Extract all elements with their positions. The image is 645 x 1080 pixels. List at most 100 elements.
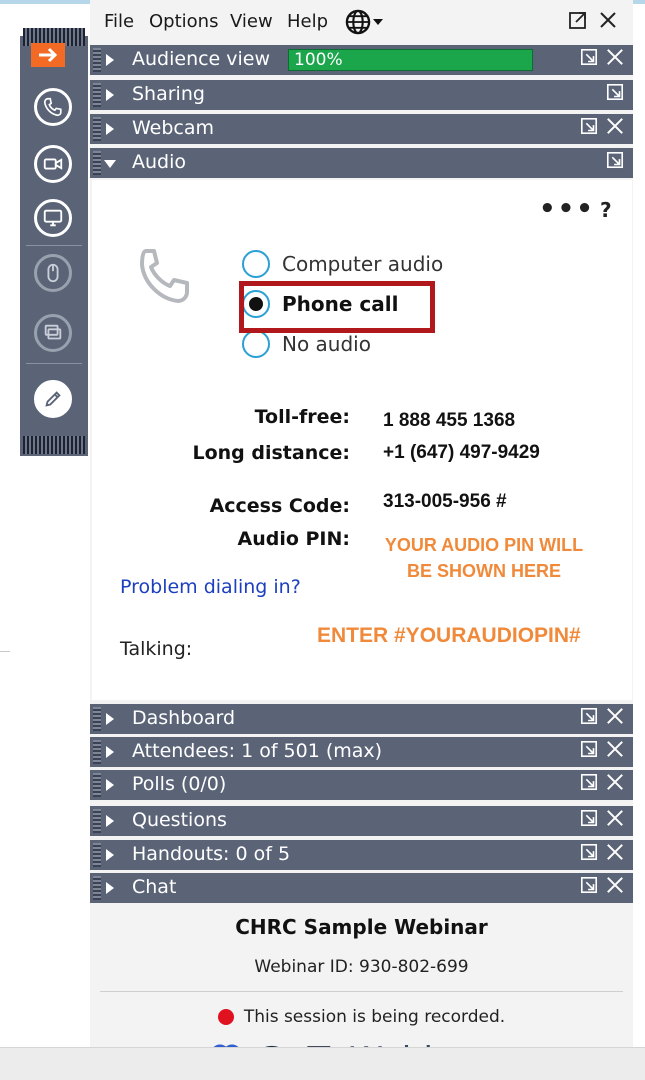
expand-arrow-icon xyxy=(106,779,114,791)
section-attendees[interactable]: Attendees: 1 of 501 (max) xyxy=(90,737,633,767)
pop-out-button[interactable] xyxy=(605,150,625,170)
radio-button[interactable] xyxy=(242,250,270,278)
footer-divider xyxy=(100,991,623,992)
pin-note-line: YOUR AUDIO PIN WILL xyxy=(384,535,584,555)
close-button[interactable] xyxy=(605,842,625,862)
section-controls xyxy=(579,772,625,792)
phone-handset-icon xyxy=(140,249,189,303)
close-icon xyxy=(607,810,623,826)
pop-out-icon xyxy=(580,117,598,135)
section-audience-view[interactable]: Audience view 100% xyxy=(90,45,633,75)
pop-out-button[interactable] xyxy=(579,772,599,792)
language-menu[interactable] xyxy=(344,8,384,36)
close-button[interactable] xyxy=(605,739,625,759)
section-grip[interactable] xyxy=(93,117,101,141)
pop-out-button[interactable] xyxy=(579,808,599,828)
close-button[interactable] xyxy=(605,116,625,136)
section-polls[interactable]: Polls (0/0) xyxy=(90,770,633,800)
pop-out-button[interactable] xyxy=(579,706,599,726)
close-panel-button[interactable] xyxy=(598,10,618,35)
expand-arrow-icon xyxy=(106,123,114,135)
pop-out-icon xyxy=(606,151,624,169)
more-options-button[interactable]: ••• xyxy=(539,194,595,224)
close-icon xyxy=(607,877,623,893)
section-sharing[interactable]: Sharing xyxy=(90,80,633,110)
close-button[interactable] xyxy=(605,706,625,726)
section-controls xyxy=(579,875,625,895)
section-chat[interactable]: Chat xyxy=(90,873,633,903)
pop-out-button[interactable] xyxy=(579,47,599,67)
pop-out-button[interactable] xyxy=(568,10,588,35)
section-grip[interactable] xyxy=(93,809,101,833)
close-icon xyxy=(607,844,623,860)
close-button[interactable] xyxy=(605,875,625,895)
section-title: Dashboard xyxy=(132,707,236,729)
collapse-panel-button[interactable] xyxy=(31,43,65,67)
expand-arrow-icon xyxy=(106,815,114,827)
close-icon xyxy=(607,118,623,134)
globe-icon xyxy=(345,9,371,35)
section-handouts[interactable]: Handouts: 0 of 5 xyxy=(90,840,633,870)
close-button[interactable] xyxy=(605,772,625,792)
section-grip[interactable] xyxy=(93,151,101,175)
audio-help-button[interactable]: ? xyxy=(600,198,612,222)
close-button[interactable] xyxy=(605,808,625,828)
recording-dot-icon xyxy=(217,1009,234,1025)
phone-call-highlight xyxy=(239,281,435,333)
webcam-button[interactable] xyxy=(34,145,72,183)
drawing-tools-button[interactable] xyxy=(34,380,72,418)
expand-arrow-icon xyxy=(106,54,114,66)
radio-button[interactable] xyxy=(242,330,270,358)
toolbar-separator xyxy=(26,363,82,364)
mouse-control-button[interactable] xyxy=(34,254,72,292)
section-grip[interactable] xyxy=(93,773,101,797)
phone-icon xyxy=(43,97,62,117)
pop-out-button[interactable] xyxy=(579,116,599,136)
section-grip[interactable] xyxy=(93,48,101,72)
section-dashboard[interactable]: Dashboard xyxy=(90,704,633,734)
pop-out-icon xyxy=(580,773,598,791)
section-grip[interactable] xyxy=(93,83,101,107)
menu-help[interactable]: Help xyxy=(287,11,328,32)
pop-out-button[interactable] xyxy=(579,875,599,895)
section-controls xyxy=(579,842,625,862)
phone-button[interactable] xyxy=(34,88,72,126)
close-button[interactable] xyxy=(605,47,625,67)
problem-dialing-link[interactable]: Problem dialing in? xyxy=(120,576,301,598)
background-divider xyxy=(0,651,10,652)
menu-view[interactable]: View xyxy=(230,11,273,32)
pop-out-icon xyxy=(580,740,598,758)
section-audio[interactable]: Audio xyxy=(90,148,633,178)
pop-out-button[interactable] xyxy=(579,842,599,862)
menu-options[interactable]: Options xyxy=(149,11,218,32)
long-distance-label: Long distance: xyxy=(192,442,350,464)
webinar-title: CHRC Sample Webinar xyxy=(235,915,488,939)
pop-out-icon xyxy=(580,809,598,827)
close-icon xyxy=(607,708,623,724)
screen-share-button[interactable] xyxy=(34,199,72,237)
expand-arrow-icon xyxy=(106,713,114,725)
section-grip[interactable] xyxy=(93,707,101,731)
pop-out-icon xyxy=(569,12,586,29)
section-grip[interactable] xyxy=(93,843,101,867)
pop-out-button[interactable] xyxy=(579,739,599,759)
close-icon xyxy=(607,49,623,65)
section-questions[interactable]: Questions xyxy=(90,806,633,836)
progress-label: 100% xyxy=(294,50,343,70)
toolbar-separator xyxy=(26,245,82,246)
caret-down-icon xyxy=(373,19,383,25)
section-title: Chat xyxy=(132,876,177,898)
pop-out-button[interactable] xyxy=(605,82,625,102)
long-distance-number: +1 (647) 497-9429 xyxy=(383,442,540,463)
menu-file[interactable]: File xyxy=(104,11,134,32)
section-grip[interactable] xyxy=(93,740,101,764)
section-controls xyxy=(579,808,625,828)
section-title: Polls (0/0) xyxy=(132,773,227,795)
radio-no-audio[interactable]: No audio xyxy=(242,330,371,358)
section-grip[interactable] xyxy=(93,876,101,900)
window-share-button[interactable] xyxy=(34,314,72,352)
windows-icon xyxy=(44,324,62,340)
toolbar-grip-bottom[interactable] xyxy=(23,436,85,454)
section-webcam[interactable]: Webcam xyxy=(90,114,633,144)
radio-computer-audio[interactable]: Computer audio xyxy=(242,250,443,278)
